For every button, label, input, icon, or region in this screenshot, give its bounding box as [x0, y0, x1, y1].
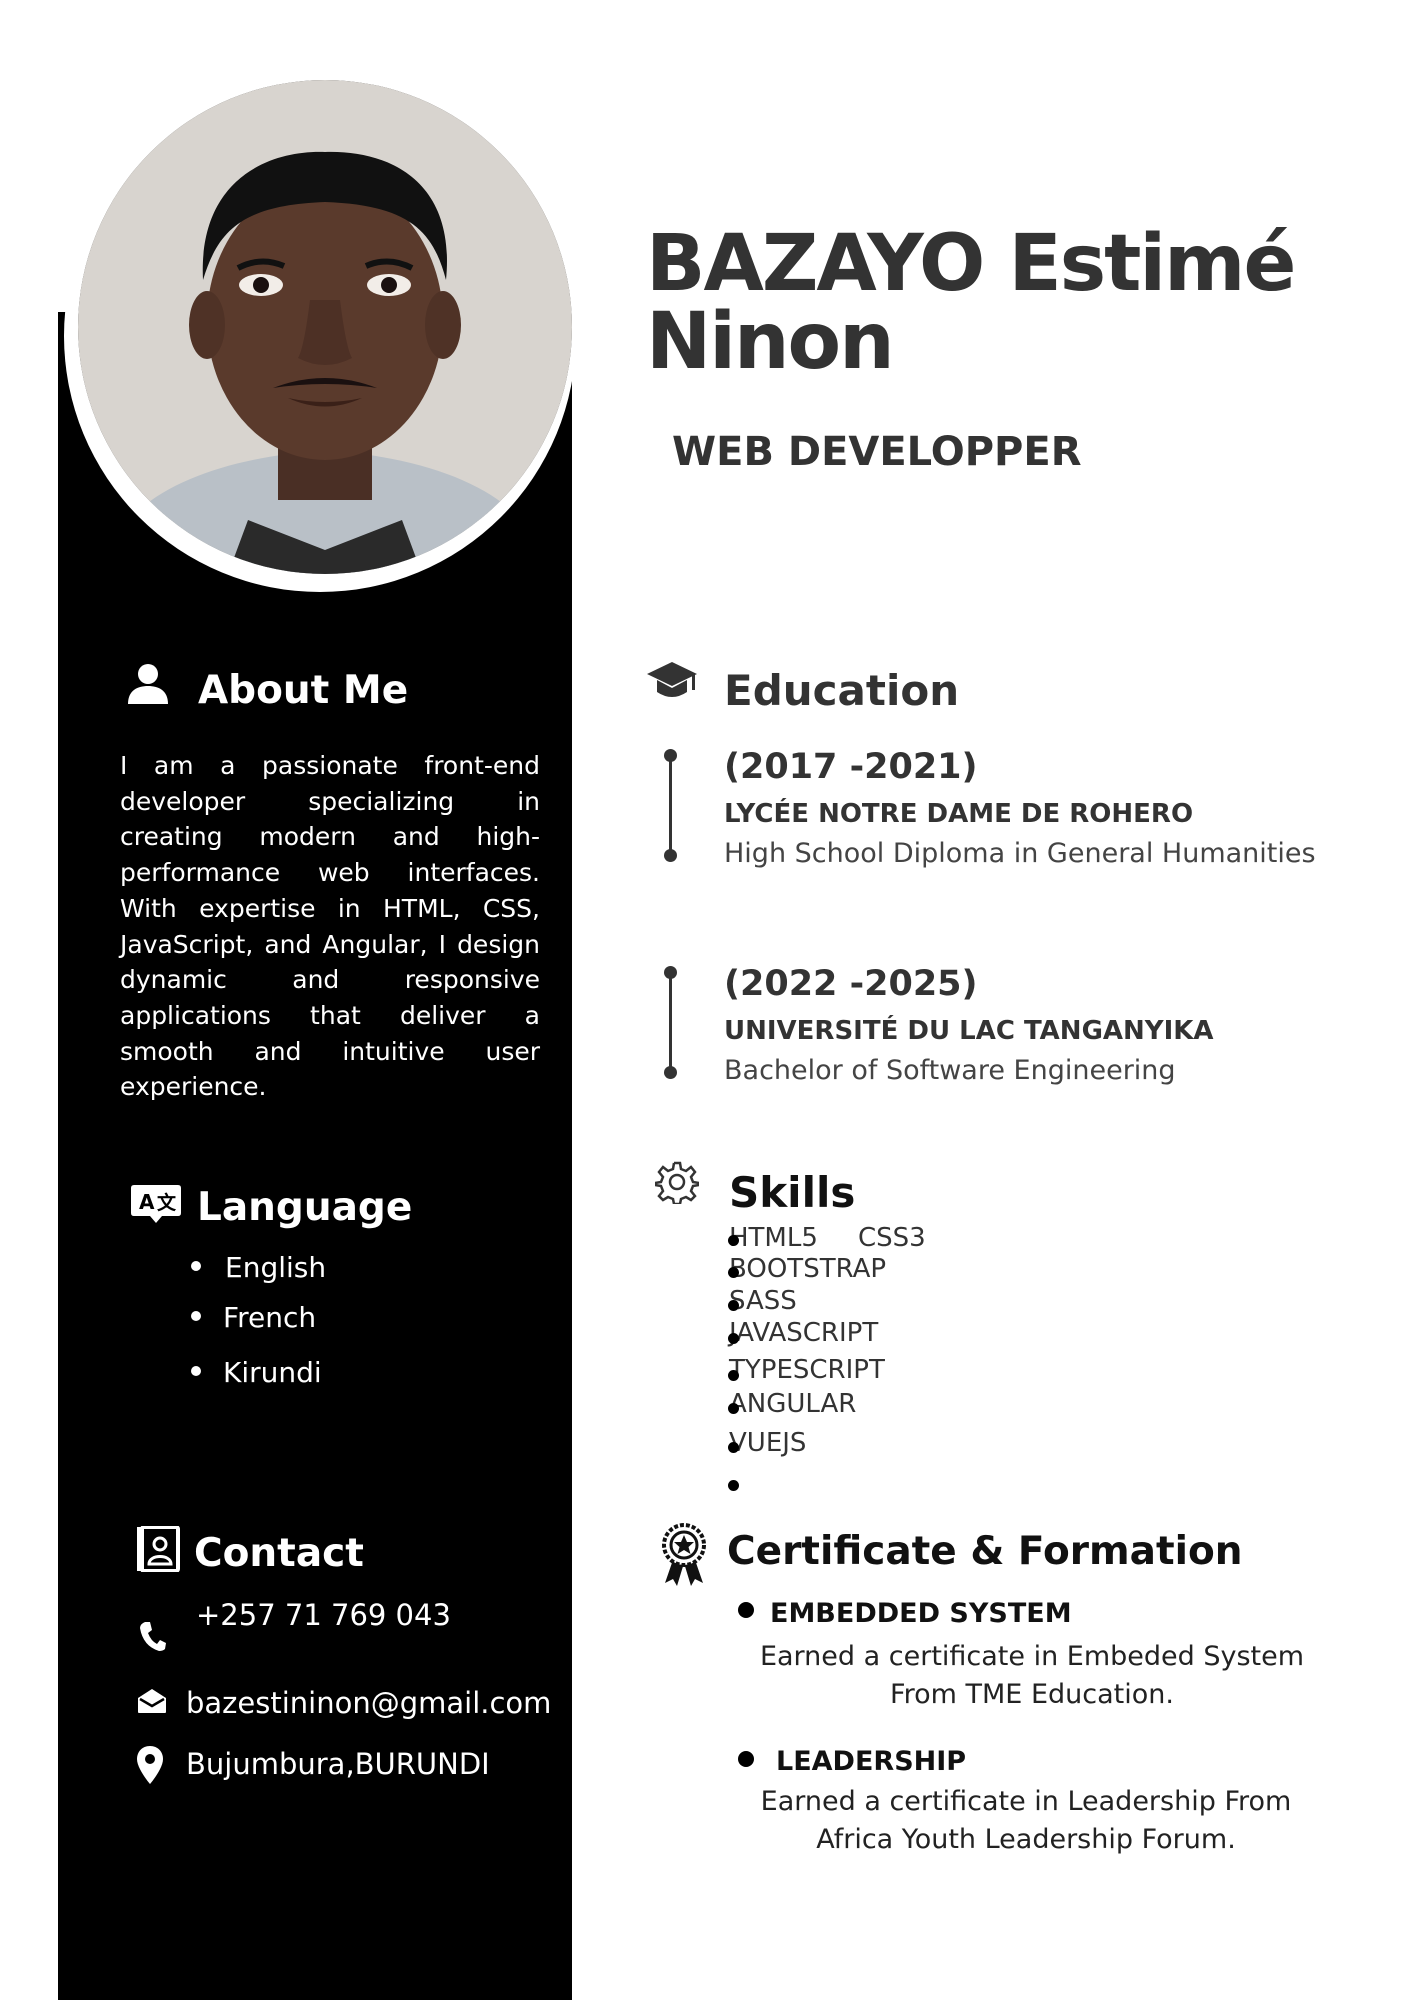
bullet-dot — [728, 1403, 739, 1414]
skill-item: TYPESCRIPT — [729, 1355, 885, 1385]
bullet-dot — [738, 1751, 754, 1767]
translate-icon: A 文 — [130, 1183, 182, 1229]
envelope-icon — [137, 1688, 167, 1718]
bullet-dot — [728, 1480, 739, 1491]
phone-icon — [139, 1620, 167, 1656]
contact-location: Bujumbura,BURUNDI — [186, 1747, 490, 1781]
bullet-dot — [728, 1370, 739, 1381]
timeline-line — [669, 971, 672, 1071]
contact-title: Contact — [194, 1531, 364, 1576]
skill-item: HTML5 — [729, 1223, 818, 1253]
certificate-name: EMBEDDED SYSTEM — [770, 1598, 1072, 1629]
award-ribbon-icon — [661, 1523, 707, 1591]
bullet-dot — [191, 1311, 201, 1321]
contact-phone: +257 71 769 043 — [196, 1598, 451, 1632]
language-item: English — [225, 1251, 327, 1284]
skill-item: ANGULAR — [729, 1389, 857, 1419]
about-title: About Me — [198, 668, 409, 713]
language-item: French — [223, 1301, 317, 1334]
bullet-dot — [738, 1602, 754, 1618]
skill-item: VUEJS — [729, 1428, 807, 1458]
education-years: (2017 -2021) — [724, 747, 978, 787]
bullet-dot — [191, 1366, 201, 1376]
bullet-dot — [191, 1261, 201, 1271]
bullet-dot — [728, 1333, 739, 1344]
education-title: Education — [724, 666, 960, 715]
map-pin-icon — [136, 1745, 164, 1789]
contact-email: bazestininon@gmail.com — [186, 1686, 552, 1720]
skill-item: BOOTSTRAP — [729, 1254, 887, 1284]
certificate-description: Earned a certificate in Embeded System F… — [759, 1641, 1305, 1710]
skill-item: CSS3 — [858, 1223, 926, 1253]
user-icon — [126, 662, 170, 710]
skill-item: SASS — [729, 1286, 797, 1316]
skill-item: JAVASCRIPT — [729, 1318, 879, 1348]
timeline-dot — [664, 849, 677, 862]
person-name: BAZAYO Estimé Ninon — [646, 219, 1296, 387]
contact-book-icon — [136, 1525, 180, 1576]
language-item: Kirundi — [223, 1356, 322, 1389]
education-school: LYCÉE NOTRE DAME DE ROHERO — [724, 799, 1194, 829]
about-text: I am a passionate front-end developer sp… — [120, 751, 540, 1102]
certificates-title: Certificate & Formation — [727, 1529, 1243, 1574]
education-degree: Bachelor of Software Engineering — [724, 1055, 1176, 1086]
gear-icon — [653, 1160, 701, 1208]
education-years: (2022 -2025) — [724, 964, 978, 1004]
language-title: Language — [197, 1185, 413, 1230]
job-title: WEB DEVELOPPER — [672, 429, 1082, 475]
bullet-dot — [728, 1235, 739, 1246]
bullet-dot — [728, 1442, 739, 1453]
profile-photo — [78, 80, 572, 574]
skills-title: Skills — [729, 1168, 856, 1217]
certificate-name: LEADERSHIP — [776, 1746, 967, 1777]
bullet-dot — [728, 1300, 739, 1311]
education-degree: High School Diploma in General Humanitie… — [724, 838, 1316, 869]
svg-text:文: 文 — [157, 1191, 177, 1214]
graduation-cap-icon — [646, 660, 698, 708]
timeline-line — [669, 754, 672, 854]
timeline-dot — [664, 1066, 677, 1079]
svg-text:A: A — [139, 1190, 155, 1214]
education-school: UNIVERSITÉ DU LAC TANGANYIKA — [724, 1016, 1214, 1046]
certificate-description: Earned a certificate in Leadership From … — [760, 1786, 1292, 1855]
bullet-dot — [728, 1267, 739, 1278]
